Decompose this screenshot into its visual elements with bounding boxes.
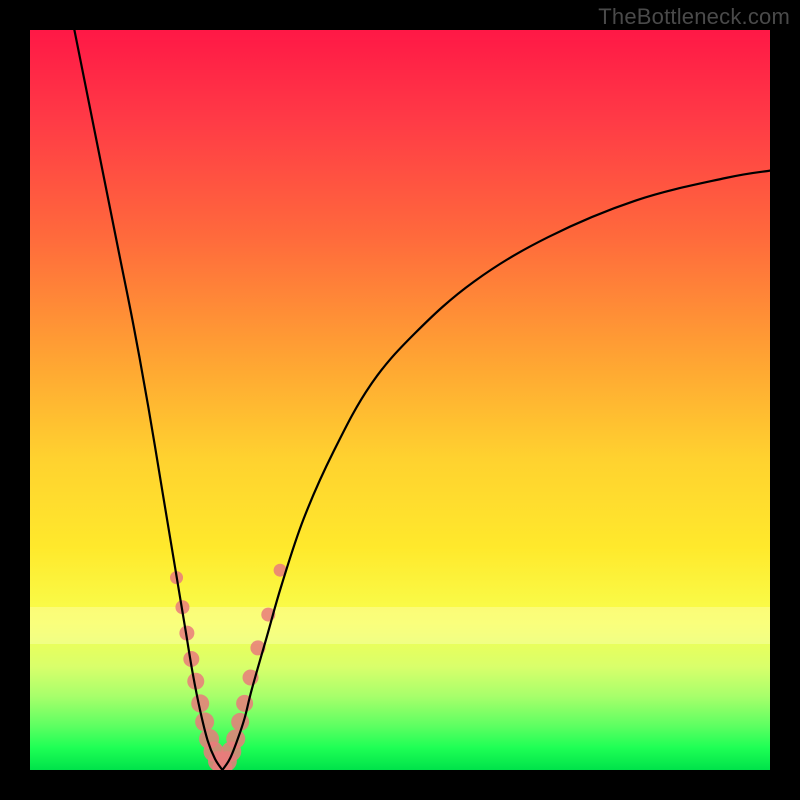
marker-group	[170, 564, 287, 770]
plot-area	[30, 30, 770, 770]
watermark-label: TheBottleneck.com	[598, 4, 790, 30]
curve-left-branch	[74, 30, 222, 770]
chart-frame: TheBottleneck.com	[0, 0, 800, 800]
data-marker	[231, 713, 249, 731]
curve-svg	[30, 30, 770, 770]
curve-right-branch	[222, 171, 770, 770]
